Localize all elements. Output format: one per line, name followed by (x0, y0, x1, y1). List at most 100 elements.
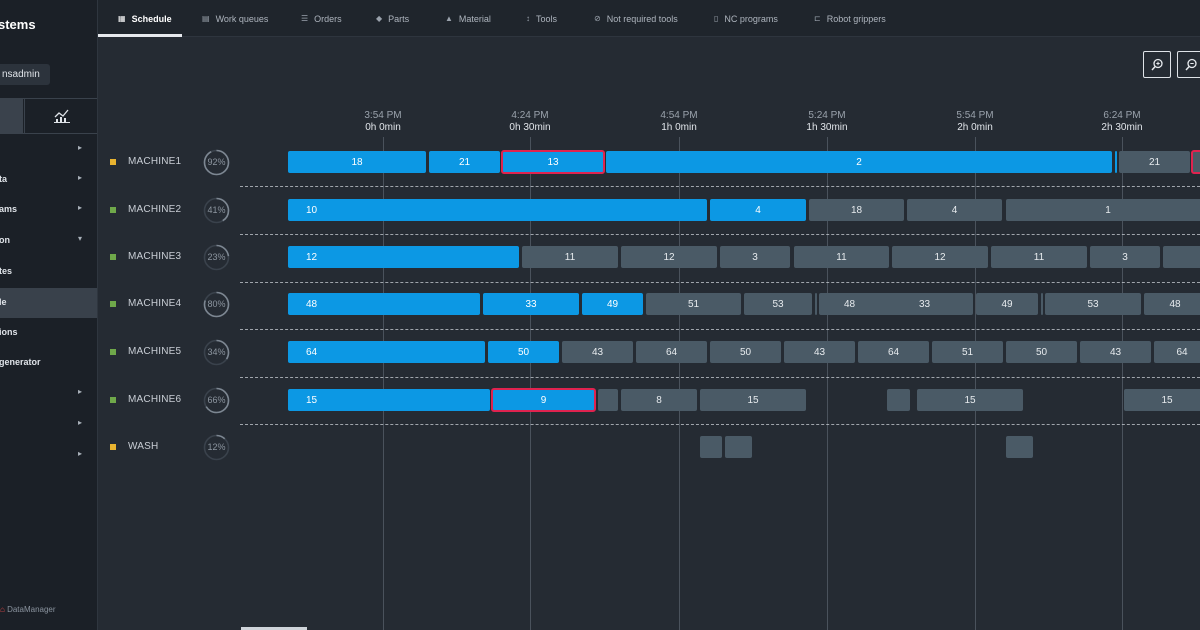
job-bar[interactable]: 51 (932, 341, 1003, 363)
sidebar-tabs (0, 98, 97, 134)
job-bar[interactable] (1041, 293, 1043, 315)
job-bar[interactable] (1115, 151, 1117, 173)
time-marker: 6:24 PM 2h 30min (1082, 110, 1162, 134)
job-bar[interactable]: 3 (1090, 246, 1160, 268)
job-bar[interactable]: 15 (700, 389, 806, 411)
job-bar[interactable]: 50 (710, 341, 781, 363)
tab-label: Schedule (131, 13, 172, 24)
job-bar[interactable]: 33 (876, 293, 973, 315)
job-bar[interactable]: 8 (621, 389, 697, 411)
job-bar[interactable]: 50 (1006, 341, 1077, 363)
tab-label: Tools (536, 13, 558, 24)
job-bar[interactable]: 1 (1006, 199, 1200, 221)
job-bar[interactable] (1191, 150, 1200, 174)
time-elapsed: 2h 30min (1101, 122, 1143, 133)
sidebar-tab-analytics[interactable] (24, 99, 97, 133)
tab-not-required-tools[interactable]: ⊘ Not required tools (594, 0, 678, 37)
job-bar[interactable] (598, 389, 618, 411)
job-bar[interactable]: 15 (288, 389, 490, 411)
time-clock: 4:24 PM (511, 110, 549, 121)
job-bar[interactable]: 48 (819, 293, 880, 315)
machine-name[interactable]: MACHINE4 (128, 298, 181, 309)
part-icon: ◆ (376, 14, 383, 23)
job-bar[interactable] (725, 436, 752, 458)
job-bar[interactable]: 64 (288, 341, 485, 363)
job-bar[interactable]: 49 (582, 293, 643, 315)
job-bar[interactable]: 21 (429, 151, 500, 173)
tab-schedule[interactable]: ▦ Schedule (118, 0, 172, 37)
job-bar[interactable]: 48 (288, 293, 480, 315)
job-bar[interactable]: 53 (1045, 293, 1141, 315)
job-bar[interactable]: 4 (907, 199, 1002, 221)
zoom-out-button[interactable] (1177, 51, 1200, 78)
nc-program-icon: ▯ (714, 14, 719, 23)
tab-tools[interactable]: ↕ Tools (526, 0, 557, 37)
tab-material[interactable]: ▲ Material (445, 0, 491, 37)
job-bar[interactable]: 4 (710, 199, 806, 221)
row-separator (240, 329, 1200, 330)
machine-status-indicator (110, 444, 116, 450)
job-bar[interactable]: 43 (1080, 341, 1151, 363)
tab-parts[interactable]: ◆ Parts (376, 0, 409, 37)
machine-name[interactable]: MACHINE5 (128, 346, 181, 357)
utilization-value: 92% (207, 157, 226, 167)
not-required-icon: ⊘ (594, 14, 601, 23)
job-bar[interactable] (815, 293, 817, 315)
job-bar[interactable] (1163, 246, 1200, 268)
tab-nc-programs[interactable]: ▯ NC programs (714, 0, 778, 37)
zoom-in-icon (1150, 58, 1163, 71)
job-bar[interactable]: 11 (794, 246, 889, 268)
job-bar[interactable]: 64 (858, 341, 929, 363)
job-bar[interactable]: 53 (744, 293, 812, 315)
machine-name[interactable]: WASH (128, 441, 158, 452)
job-bar[interactable]: 11 (522, 246, 618, 268)
tab-label: Robot grippers (826, 13, 886, 24)
job-bar[interactable]: 10 (288, 199, 707, 221)
job-bar[interactable]: 21 (1119, 151, 1190, 173)
zoom-in-button[interactable] (1143, 51, 1171, 78)
job-bar[interactable]: 12 (621, 246, 717, 268)
time-clock: 4:54 PM (660, 110, 698, 121)
time-elapsed: 0h 0min (365, 122, 401, 133)
job-bar[interactable]: 49 (976, 293, 1038, 315)
job-bar[interactable] (887, 389, 910, 411)
job-bar[interactable]: 15 (917, 389, 1023, 411)
tab-orders[interactable]: ☰ Orders (301, 0, 342, 37)
machine-status-indicator (110, 254, 116, 260)
machine-row-machine1: MACHINE1 92% 18 21 13 2 21 (0, 147, 1200, 177)
job-bar[interactable]: 33 (483, 293, 579, 315)
job-bar[interactable]: 11 (991, 246, 1087, 268)
machine-name[interactable]: MACHINE6 (128, 394, 181, 405)
machine-name[interactable]: MACHINE3 (128, 251, 181, 262)
job-bar[interactable]: 64 (1154, 341, 1200, 363)
job-bar[interactable]: 18 (288, 151, 426, 173)
tab-robot-grippers[interactable]: ⊏ Robot grippers (814, 0, 886, 37)
utilization-value: 80% (207, 299, 226, 309)
job-bar[interactable]: 15 (1124, 389, 1200, 411)
tab-work-queues[interactable]: ▤ Work queues (202, 0, 268, 37)
job-bar[interactable]: 50 (488, 341, 559, 363)
time-marker: 5:54 PM 2h 0min (935, 110, 1015, 134)
job-bar[interactable] (1006, 436, 1033, 458)
job-bar[interactable]: 43 (562, 341, 633, 363)
job-bar[interactable]: 43 (784, 341, 855, 363)
job-bar[interactable]: 12 (288, 246, 519, 268)
footer-label: DataManager (7, 605, 56, 614)
job-bar[interactable]: 3 (720, 246, 790, 268)
job-bar[interactable]: 9 (491, 388, 596, 412)
job-bar[interactable] (700, 436, 722, 458)
machine-name[interactable]: MACHINE2 (128, 204, 181, 215)
job-bar[interactable]: 12 (892, 246, 988, 268)
machine-name[interactable]: MACHINE1 (128, 156, 181, 167)
sidebar-tab-menu[interactable] (0, 99, 23, 133)
job-bar[interactable]: 51 (646, 293, 741, 315)
user-chip[interactable]: nsadmin (0, 64, 50, 85)
tab-label: Orders (314, 13, 342, 24)
job-bar[interactable]: 18 (809, 199, 904, 221)
machine-row-machine3: MACHINE3 23% 12 11 12 3 11 12 11 3 (0, 242, 1200, 272)
machine-row-machine5: MACHINE5 34% 64 50 43 64 50 43 64 51 50 43 64 (0, 337, 1200, 367)
job-bar[interactable]: 13 (501, 150, 605, 174)
job-bar[interactable]: 2 (606, 151, 1112, 173)
job-bar[interactable]: 64 (636, 341, 707, 363)
job-bar[interactable]: 48 (1144, 293, 1200, 315)
